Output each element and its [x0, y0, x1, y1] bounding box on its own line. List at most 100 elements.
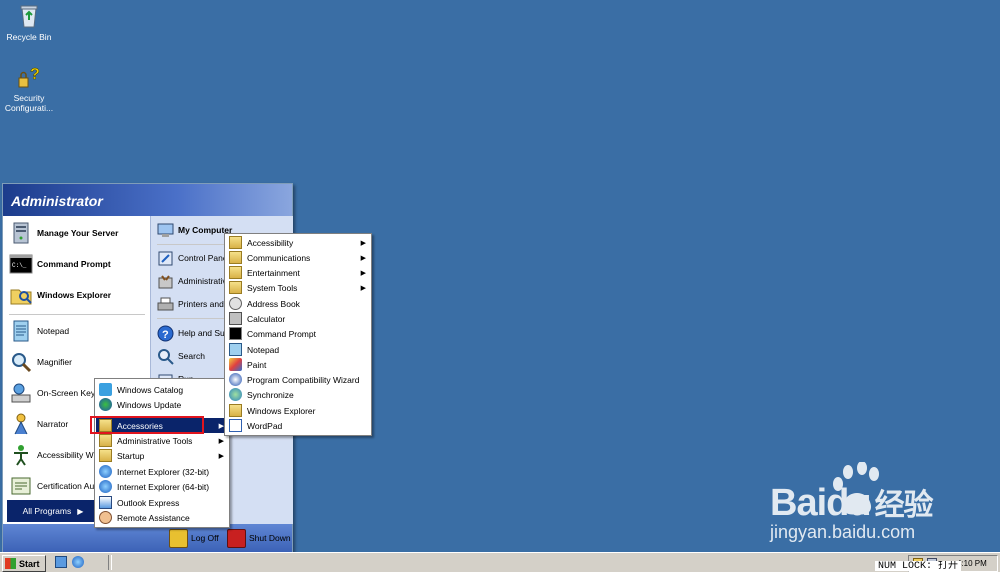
menu-label: Calculator	[247, 313, 286, 324]
cmd-icon	[229, 327, 242, 340]
recent-notepad[interactable]: Notepad	[9, 318, 69, 344]
log-off-icon	[169, 528, 188, 548]
catalog-icon	[99, 383, 112, 396]
remote-assistance-icon	[99, 511, 112, 524]
recent-label: On-Screen Keyb	[37, 388, 100, 398]
separator	[9, 314, 145, 315]
calculator-icon	[229, 312, 242, 325]
chevron-right-icon: ▶	[218, 452, 224, 460]
watermark-url: jingyan.baidu.com	[770, 522, 916, 542]
desktop-icon-recycle-bin[interactable]: Recycle Bin	[0, 3, 58, 42]
programs-item-ie-64[interactable]: Internet Explorer (64-bit)	[96, 479, 228, 494]
menu-label: Entertainment	[247, 267, 300, 278]
accessories-item-command-prompt[interactable]: Command Prompt	[226, 326, 370, 341]
pinned-command-prompt[interactable]: C:\_ Command Prompt	[9, 251, 111, 277]
accessories-item-accessibility[interactable]: Accessibility ▶	[226, 235, 370, 250]
ie-icon	[99, 480, 112, 493]
pinned-windows-explorer[interactable]: Windows Explorer	[9, 282, 111, 308]
programs-menu: Windows Catalog Windows Update Accessori…	[94, 378, 230, 528]
programs-item-administrative-tools[interactable]: Administrative Tools ▶	[96, 433, 228, 448]
menu-label: Windows Explorer	[247, 405, 316, 416]
folder-icon	[99, 434, 112, 447]
wordpad-icon	[229, 419, 242, 432]
recent-label: Certification Au	[37, 481, 95, 491]
address-book-icon	[229, 297, 242, 310]
paint-icon	[229, 358, 242, 371]
accessories-item-paint[interactable]: Paint	[226, 357, 370, 372]
baidu-watermark: Baidu 经验 jingyan.baidu.com	[770, 461, 990, 552]
menu-label: Accessibility	[247, 237, 294, 248]
recent-label: Narrator	[37, 419, 69, 429]
recent-accessibility-wizard[interactable]: Accessibility Wiz	[9, 442, 100, 468]
accessories-item-communications[interactable]: Communications ▶	[226, 250, 370, 265]
recent-on-screen-keyboard[interactable]: On-Screen Keyb	[9, 380, 100, 406]
start-menu-header: Administrator	[3, 184, 292, 216]
chevron-right-icon: ▶	[360, 269, 366, 277]
recent-label: Magnifier	[37, 357, 72, 367]
sync-icon	[229, 388, 242, 401]
chevron-right-icon: ▶	[218, 437, 224, 445]
accessories-item-calculator[interactable]: Calculator	[226, 311, 370, 326]
accessories-item-address-book[interactable]: Address Book	[226, 296, 370, 311]
clock[interactable]: 4:10 PM	[957, 559, 987, 568]
security-config-icon: ?	[16, 64, 42, 90]
programs-item-startup[interactable]: Startup ▶	[96, 448, 228, 463]
desktop-icon-label: Recycle Bin	[6, 32, 52, 42]
accessories-menu: Accessibility ▶ Communications ▶ Enterta…	[224, 233, 372, 436]
desktop-icon-security-configuration[interactable]: ? Security Configurati...	[0, 64, 58, 113]
shut-down-button[interactable]: Shut Down	[227, 528, 291, 548]
pinned-label: Command Prompt	[37, 259, 111, 269]
right-label: Search	[178, 351, 205, 361]
accessories-item-system-tools[interactable]: System Tools ▶	[226, 280, 370, 295]
svg-text:C:\_: C:\_	[12, 262, 27, 269]
windows-logo-icon	[5, 558, 16, 569]
accessories-item-program-compatibility-wizard[interactable]: Program Compatibility Wizard	[226, 372, 370, 387]
log-off-button[interactable]: Log Off	[169, 528, 219, 548]
ie-icon	[99, 465, 112, 478]
shut-down-label: Shut Down	[249, 533, 291, 543]
menu-label: Communications	[247, 252, 311, 263]
recent-narrator[interactable]: Narrator	[9, 411, 68, 437]
accessories-item-synchronize[interactable]: Synchronize	[226, 387, 370, 402]
admin-tools-icon	[157, 273, 174, 290]
menu-label: Command Prompt	[247, 328, 316, 339]
arrow-right-icon: ▶	[77, 506, 84, 516]
pinned-label: Manage Your Server	[37, 228, 119, 238]
recent-certification-authority[interactable]: Certification Au	[9, 473, 94, 499]
recent-label: Notepad	[37, 326, 70, 336]
accessories-item-entertainment[interactable]: Entertainment ▶	[226, 265, 370, 280]
start-button[interactable]: Start	[2, 555, 46, 572]
menu-label: Address Book	[247, 298, 300, 309]
accessories-item-windows-explorer[interactable]: Windows Explorer	[226, 403, 370, 418]
menu-label: Notepad	[247, 344, 280, 355]
programs-item-remote-assistance[interactable]: Remote Assistance	[96, 510, 228, 525]
programs-item-ie-32[interactable]: Internet Explorer (32-bit)	[96, 464, 228, 479]
pinned-label: Windows Explorer	[37, 290, 112, 300]
chevron-right-icon: ▶	[360, 284, 366, 292]
accessories-item-wordpad[interactable]: WordPad	[226, 418, 370, 433]
brand-cn-text: 经验	[874, 489, 934, 522]
computer-icon	[157, 222, 174, 239]
menu-label: System Tools	[247, 282, 298, 293]
all-programs-button[interactable]: All Programs ▶	[7, 500, 99, 522]
svg-text:?: ?	[30, 66, 40, 83]
explorer-icon	[9, 283, 33, 307]
menu-label: Synchronize	[247, 389, 294, 400]
quick-launch-ie-icon[interactable]	[72, 556, 84, 568]
notepad-icon	[229, 343, 242, 356]
pinned-manage-your-server[interactable]: Manage Your Server	[9, 220, 118, 246]
folder-icon	[99, 449, 112, 462]
programs-item-windows-catalog[interactable]: Windows Catalog	[96, 382, 228, 397]
outlook-icon	[99, 496, 112, 509]
programs-item-windows-update[interactable]: Windows Update	[96, 397, 228, 412]
folder-icon	[229, 251, 242, 264]
menu-label: Startup	[117, 450, 145, 461]
start-label: Start	[19, 558, 40, 569]
accessories-item-notepad[interactable]: Notepad	[226, 342, 370, 357]
programs-item-outlook-express[interactable]: Outlook Express	[96, 495, 228, 510]
quick-launch-desktop-icon[interactable]	[55, 556, 67, 568]
control-panel-icon	[157, 250, 174, 267]
menu-label: Internet Explorer (64-bit)	[117, 481, 210, 492]
certificate-icon	[9, 474, 33, 498]
recent-magnifier[interactable]: Magnifier	[9, 349, 72, 375]
